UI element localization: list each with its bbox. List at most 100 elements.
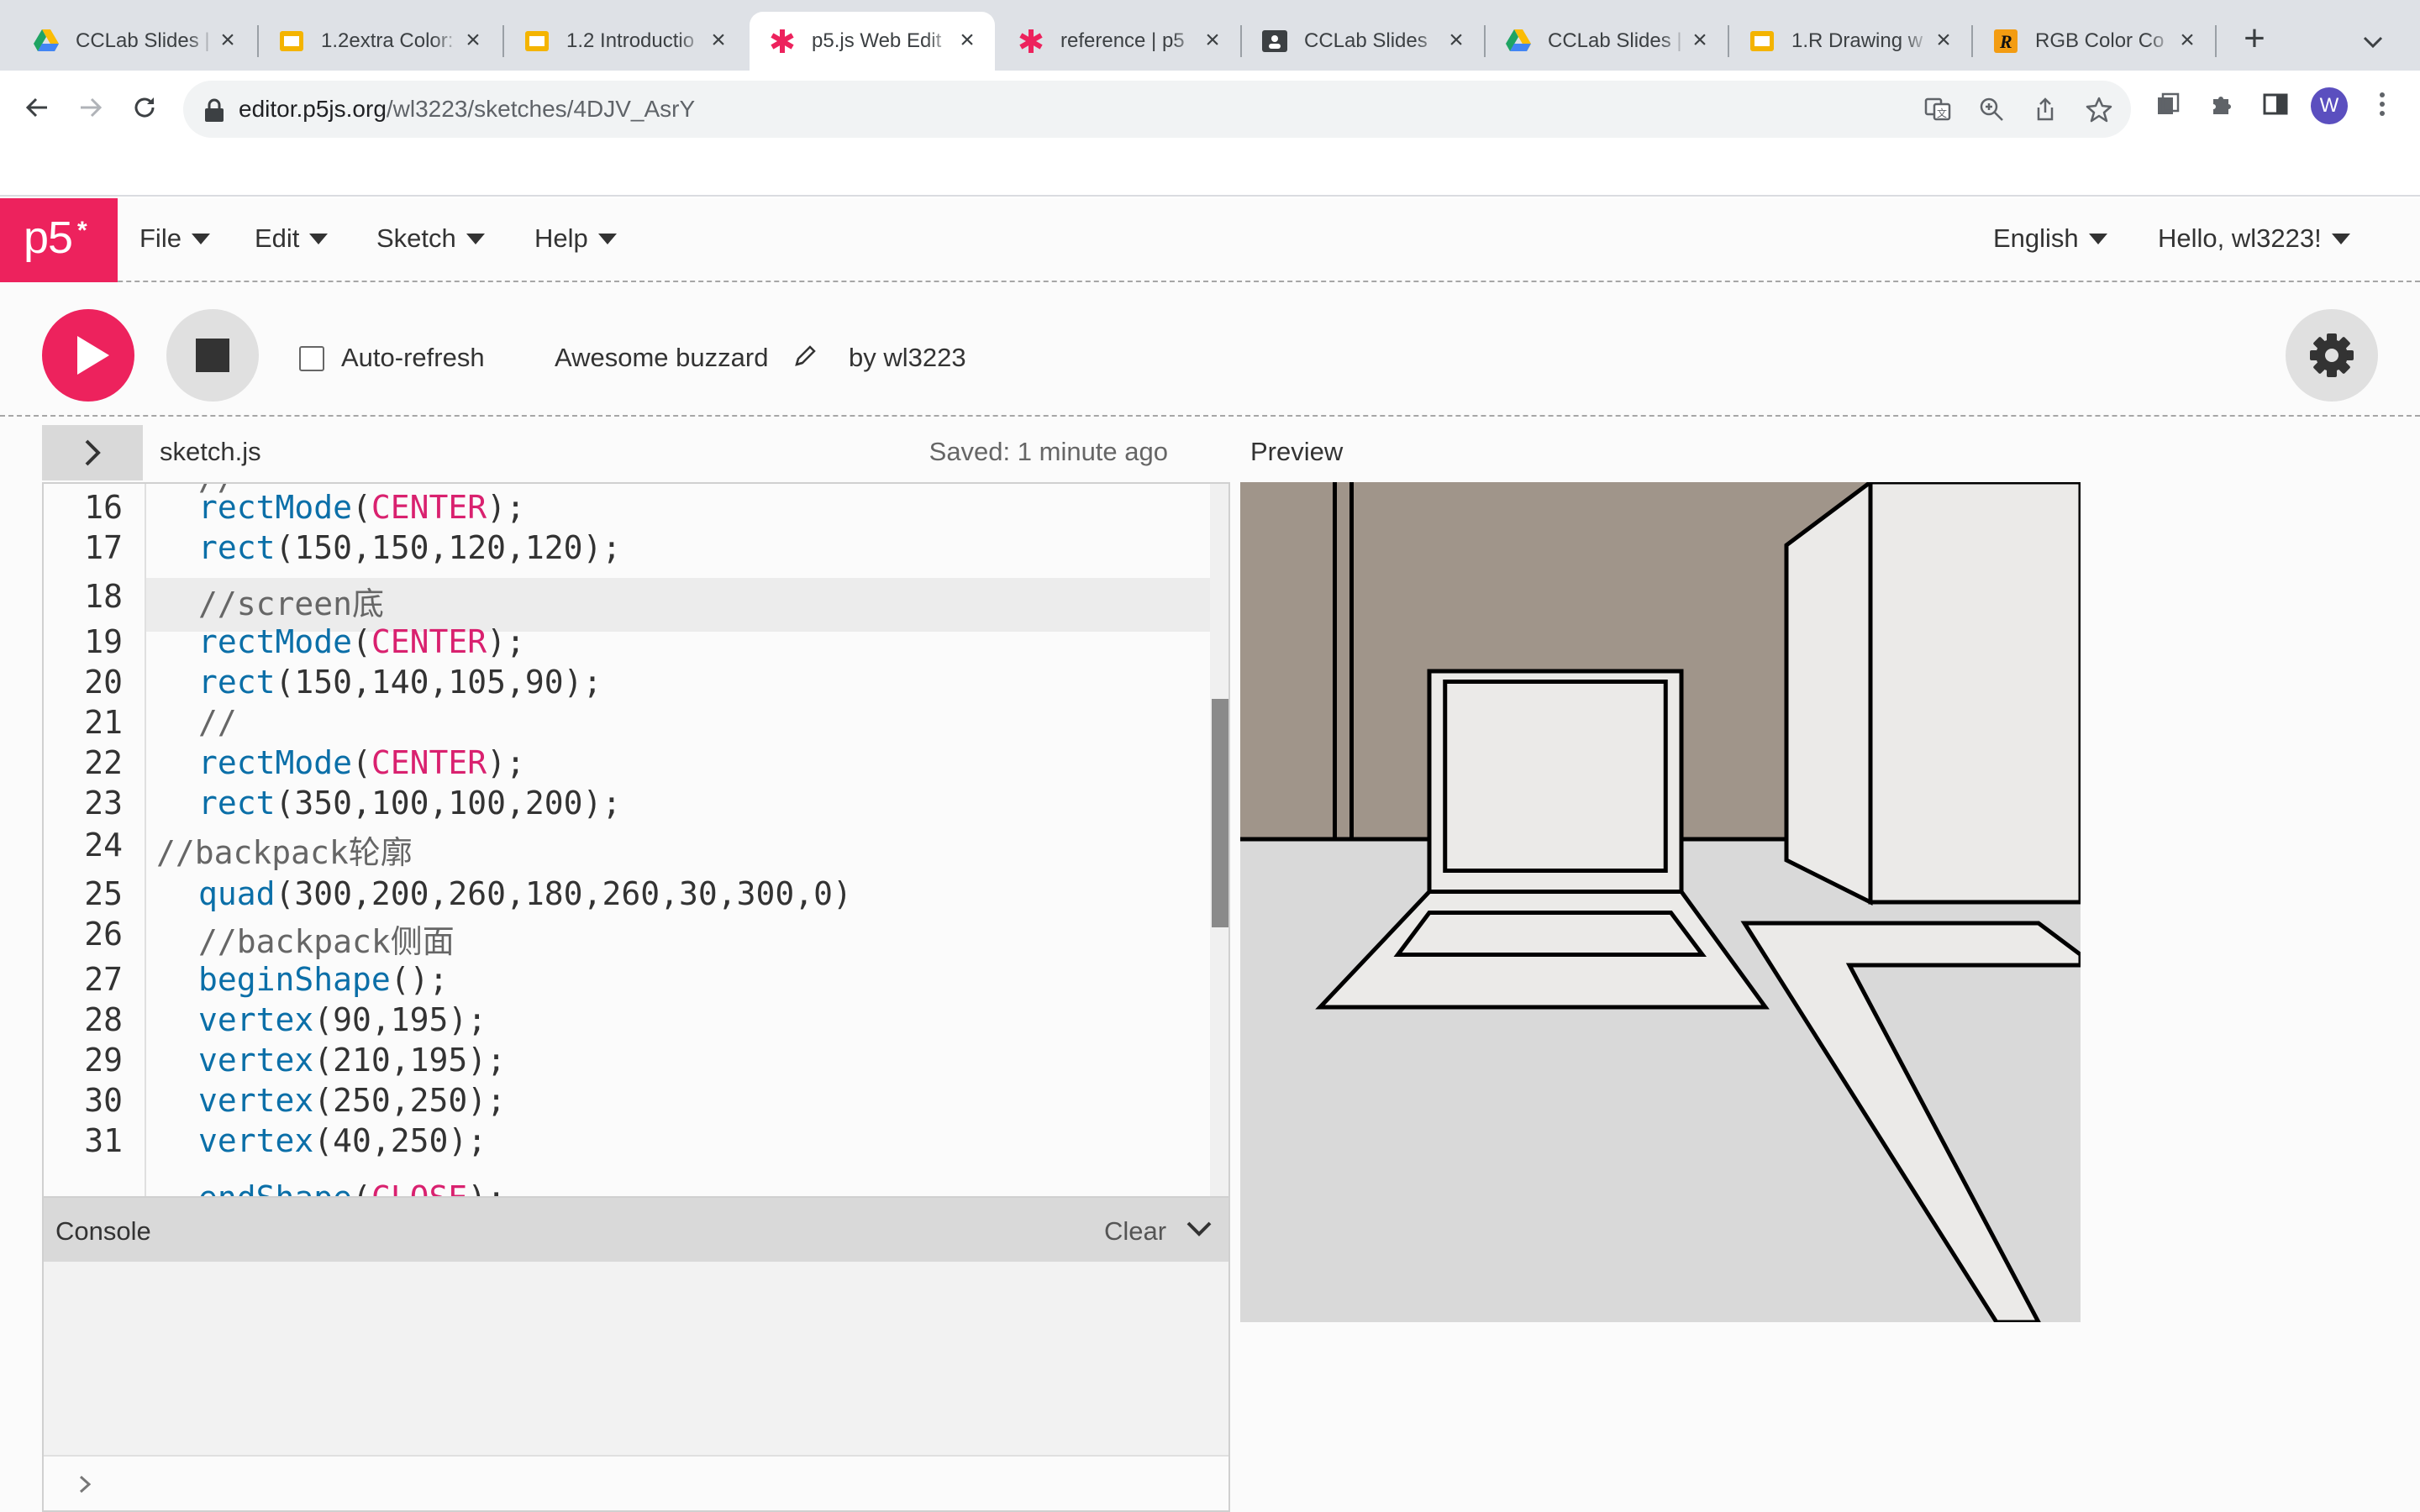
close-tab-icon[interactable]: × <box>460 28 486 54</box>
language-label: English <box>1993 223 2079 253</box>
code-line[interactable]: rectMode(CENTER); <box>198 744 525 781</box>
code-token: (350,100,100,200); <box>275 785 622 822</box>
close-tab-icon[interactable]: × <box>2175 28 2200 54</box>
collapse-chevron-icon[interactable] <box>1185 1216 1213 1242</box>
sketch-owner[interactable]: by wl3223 <box>849 343 966 373</box>
sketch-name[interactable]: Awesome buzzard <box>555 343 768 373</box>
logo-asterisk: * <box>77 217 87 244</box>
code-line[interactable]: vertex(210,195); <box>198 1042 506 1079</box>
sketch-shape-quad <box>1393 911 1707 957</box>
line-number: 26 <box>84 916 123 953</box>
console-prompt-chevron-icon <box>77 1473 94 1495</box>
slides-icon <box>279 29 304 54</box>
side-panel-icon[interactable] <box>2259 87 2292 121</box>
extensions-puzzle-icon[interactable] <box>2205 87 2238 121</box>
line-number: 27 <box>84 961 123 998</box>
line-number: 21 <box>84 704 123 741</box>
code-line[interactable]: rect(350,100,100,200); <box>198 785 621 822</box>
menu-file[interactable]: File <box>139 223 210 254</box>
code-line[interactable]: //screen底 <box>198 578 384 624</box>
code-line[interactable]: rectMode(CENTER); <box>198 623 525 660</box>
tab-groups-icon[interactable] <box>2151 87 2185 121</box>
browser-menu-icon[interactable] <box>2370 87 2395 121</box>
sketch-controls: Auto-refresh Awesome buzzard by wl3223 <box>0 284 2420 417</box>
code-line[interactable]: vertex(40,250); <box>198 1122 487 1159</box>
sidebar-expand-chevron-icon[interactable] <box>42 425 143 480</box>
code-token: //screen底 <box>198 585 385 622</box>
code-token: vertex <box>198 1042 314 1079</box>
browser-tab[interactable]: 1.2 Introductio × <box>504 12 746 71</box>
url-text[interactable]: editor.p5js.org/wl3223/sketches/4DJV_Asr… <box>239 96 695 123</box>
code-line[interactable]: rect(150,150,120,120); <box>198 529 621 566</box>
pencil-edit-icon[interactable] <box>793 343 817 370</box>
code-scrollbar-thumb[interactable] <box>1212 699 1228 927</box>
browser-tab[interactable]: reference | p5 × <box>998 12 1240 71</box>
code-token: beginShape <box>198 961 391 998</box>
code-line[interactable]: rectMode(CENTER); <box>198 489 525 526</box>
user-menu[interactable]: Hello, wl3223! <box>2158 223 2350 254</box>
code-line[interactable]: quad(300,200,260,180,260,30,300,0) <box>198 875 852 912</box>
code-line[interactable]: rect(150,140,105,90); <box>198 664 602 701</box>
lock-icon[interactable] <box>203 97 225 123</box>
settings-gear-icon[interactable] <box>2286 309 2378 402</box>
sketch-preview-canvas[interactable] <box>1240 478 2083 1325</box>
bookmark-star-icon[interactable] <box>2084 94 2114 124</box>
code-token: (40,250); <box>313 1122 487 1159</box>
play-button[interactable] <box>42 309 134 402</box>
code-token: ( <box>352 489 371 526</box>
reload-icon[interactable] <box>124 87 165 128</box>
code-token: rectMode <box>198 744 353 781</box>
browser-tab[interactable]: 1.2extra Color: × <box>259 12 501 71</box>
close-tab-icon[interactable]: × <box>1444 28 1469 54</box>
code-token: rect <box>198 664 276 701</box>
code-line[interactable]: // <box>198 704 237 741</box>
console-clear-button[interactable]: Clear <box>1104 1216 1166 1247</box>
menu-edit[interactable]: Edit <box>255 223 329 254</box>
tab-search-chevron-icon[interactable] <box>2358 27 2388 57</box>
browser-tab[interactable]: CCLab Slides | × <box>1486 12 1728 71</box>
auto-refresh-checkbox[interactable] <box>299 346 324 371</box>
code-line[interactable]: //backpack侧面 <box>198 916 455 962</box>
address-bar[interactable]: editor.p5js.org/wl3223/sketches/4DJV_Asr… <box>183 81 2131 138</box>
p5-asterisk-icon <box>1018 29 1044 54</box>
code-token: rect <box>198 529 276 566</box>
browser-tab[interactable]: CCLab Slides | × <box>13 12 255 71</box>
console-header: Console Clear <box>44 1198 1228 1262</box>
forward-arrow-icon[interactable] <box>71 87 111 128</box>
close-tab-icon[interactable]: × <box>706 28 731 54</box>
new-tab-icon[interactable]: + <box>2235 20 2274 60</box>
code-editor[interactable]: 16171819202122232425262728293031 //·····… <box>42 482 1230 1196</box>
p5-logo[interactable]: p5 * <box>0 198 118 282</box>
line-number: 30 <box>84 1082 123 1119</box>
browser-tab[interactable]: CCLab Slides × <box>1242 12 1484 71</box>
browser-tab-active[interactable]: p5.js Web Edit × <box>750 12 995 71</box>
browser-tab[interactable]: R RGB Color Co × <box>1973 12 2215 71</box>
browser-tab[interactable]: 1.R Drawing w × <box>1729 12 1971 71</box>
stop-button[interactable] <box>166 309 259 402</box>
line-number: 22 <box>84 744 123 781</box>
close-tab-icon[interactable]: × <box>955 28 980 54</box>
back-arrow-icon[interactable] <box>17 87 57 128</box>
console-input[interactable] <box>44 1455 1228 1510</box>
code-line[interactable]: //backpack轮廓 <box>156 827 413 873</box>
close-tab-icon[interactable]: × <box>1687 28 1712 54</box>
code-line[interactable]: vertex(250,250); <box>198 1082 506 1119</box>
code-line[interactable]: vertex(90,195); <box>198 1001 487 1038</box>
auto-refresh-label[interactable]: Auto-refresh <box>341 343 485 373</box>
tab-title: CCLab Slides | <box>1548 29 1682 52</box>
file-name[interactable]: sketch.js <box>160 437 261 467</box>
close-tab-icon[interactable]: × <box>215 28 240 54</box>
close-tab-icon[interactable]: × <box>1200 28 1225 54</box>
share-icon[interactable] <box>2030 94 2060 124</box>
profile-avatar[interactable]: W <box>2311 87 2348 124</box>
menu-sketch[interactable]: Sketch <box>376 223 485 254</box>
logo-text: p5 <box>24 213 73 263</box>
translate-icon[interactable]: 文 <box>1923 94 1953 124</box>
code-line[interactable]: beginShape(); <box>198 961 448 998</box>
close-tab-icon[interactable]: × <box>1931 28 1956 54</box>
menu-help[interactable]: Help <box>534 223 617 254</box>
zoom-icon[interactable] <box>1976 94 2007 124</box>
language-menu[interactable]: English <box>1993 223 2107 254</box>
code-token: ); <box>487 623 525 660</box>
code-token: ); <box>487 489 525 526</box>
